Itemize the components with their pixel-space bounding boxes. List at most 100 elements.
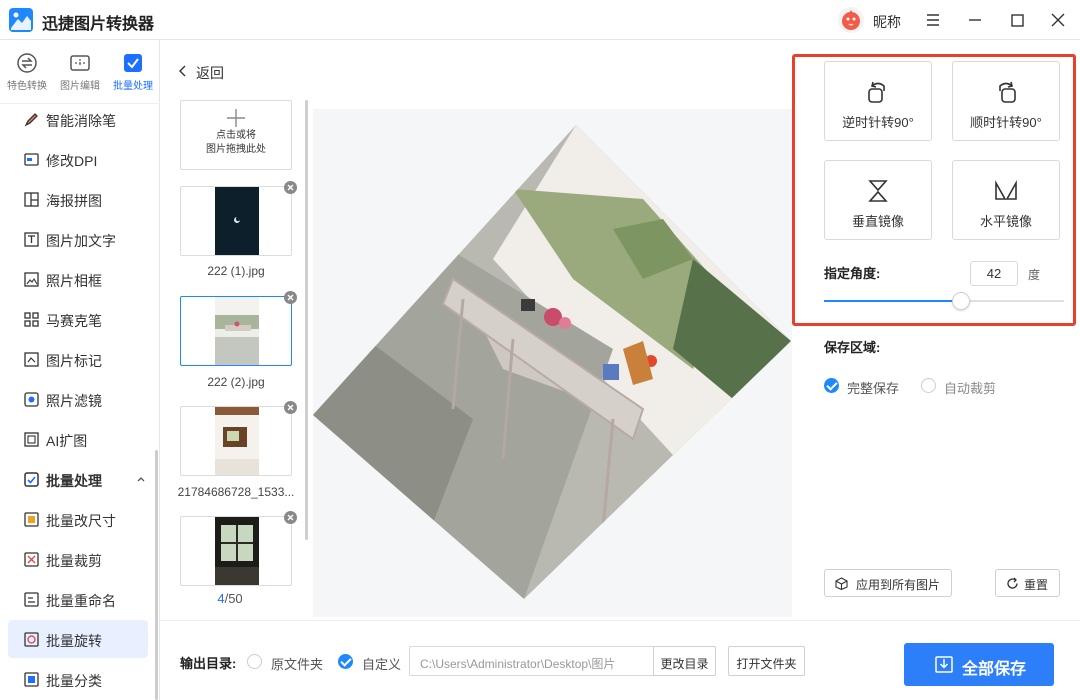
apply-all-button[interactable]: 应用到所有图片: [824, 569, 952, 597]
sidebar-item-mark[interactable]: 图片标记: [8, 340, 148, 378]
title-bar: 迅捷图片转换器 昵称: [0, 0, 1080, 40]
avatar[interactable]: [838, 7, 864, 33]
topnav-batch[interactable]: 批量处理: [107, 48, 159, 100]
reset-button[interactable]: 重置: [995, 569, 1060, 597]
sidebar-item-label: 批量分类: [46, 673, 102, 689]
auto-crop-label[interactable]: 自动裁剪: [944, 378, 996, 397]
original-folder-label[interactable]: 原文件夹: [271, 654, 323, 673]
maximize-icon[interactable]: [1005, 8, 1029, 32]
topnav-edit[interactable]: 图片编辑: [54, 48, 106, 100]
thumbnail-name: 222 (2).jpg: [207, 375, 265, 389]
refresh-icon: [1006, 577, 1019, 590]
sidebar-item-eraser[interactable]: 智能消除笔: [8, 100, 148, 138]
add-tile-text: 图片拖拽此处: [206, 144, 266, 155]
sidebar-item-batch-resize[interactable]: 批量改尺寸: [8, 500, 148, 538]
batch-icon: [122, 52, 144, 74]
app-title: 迅捷图片转换器: [42, 16, 155, 33]
counter-total: /50: [224, 591, 243, 606]
thumbnail-name: 21784686728_1533...: [177, 485, 295, 499]
flip-horizontal-button[interactable]: 水平镜像: [952, 160, 1060, 240]
resize-icon: [24, 512, 39, 527]
sidebar-item-label: 智能消除笔: [46, 113, 116, 129]
cube-icon: [835, 577, 848, 591]
save-all-button[interactable]: 全部保存: [904, 643, 1054, 686]
angle-unit: 度: [1028, 268, 1041, 282]
thumbnail[interactable]: [180, 291, 297, 366]
mosaic-icon: [24, 312, 39, 327]
remove-thumbnail-icon[interactable]: [284, 291, 297, 304]
rotate-ccw-label: 逆时针转90°: [842, 115, 914, 130]
thumbnail[interactable]: [180, 511, 297, 586]
text-icon: [24, 232, 39, 247]
remove-thumbnail-icon[interactable]: [284, 511, 297, 524]
remove-thumbnail-icon[interactable]: [284, 401, 297, 414]
chevron-up-icon[interactable]: [136, 472, 146, 482]
mark-icon: [24, 352, 39, 367]
flip-vertical-icon: [864, 177, 892, 205]
sidebar-item-label: 批量旋转: [46, 633, 102, 649]
sidebar-item-ai-expand[interactable]: AI扩图: [8, 420, 148, 458]
custom-folder-label[interactable]: 自定义: [362, 654, 401, 673]
app-window: 迅捷图片转换器 昵称 特色转换 图片编辑 批量处理 智能消除笔 修改DPI 海报…: [0, 0, 1080, 700]
sidebar-section-batch[interactable]: 批量处理: [8, 460, 148, 498]
sidebar-item-label: 图片标记: [46, 353, 102, 369]
reset-label: 重置: [1024, 578, 1049, 592]
nickname[interactable]: 昵称: [873, 12, 901, 32]
sidebar-item-label: 修改DPI: [46, 153, 98, 169]
rotate-cw-button[interactable]: 顺时针转90°: [952, 61, 1060, 141]
thumbnail-image: [215, 297, 259, 365]
auto-crop-radio[interactable]: [921, 378, 936, 393]
angle-input[interactable]: [970, 261, 1018, 286]
sidebar-item-label: 照片相框: [46, 273, 102, 289]
sidebar-scrollbar[interactable]: [155, 450, 158, 700]
sidebar-item-text[interactable]: 图片加文字: [8, 220, 148, 258]
sidebar-item-filter[interactable]: 照片滤镜: [8, 380, 148, 418]
sidebar-item-label: AI扩图: [46, 433, 88, 449]
sidebar-item-label: 海报拼图: [46, 193, 102, 209]
sidebar-item-dpi[interactable]: 修改DPI: [8, 140, 148, 178]
thumbnail[interactable]: [180, 181, 297, 256]
thumbnail-scrollbar[interactable]: [305, 100, 308, 540]
change-dir-button[interactable]: 更改目录: [653, 646, 716, 676]
rotate-ccw-button[interactable]: 逆时针转90°: [824, 61, 932, 141]
add-image-tile[interactable]: 点击或将 图片拖拽此处: [180, 100, 292, 170]
sidebar-item-frame[interactable]: 照片相框: [8, 260, 148, 298]
flip-vertical-button[interactable]: 垂直镜像: [824, 160, 932, 240]
angle-slider-fill: [824, 300, 961, 302]
sidebar-item-collage[interactable]: 海报拼图: [8, 180, 148, 218]
output-path-input[interactable]: C:\Users\Administrator\Desktop\图片: [409, 646, 655, 676]
save-full-label[interactable]: 完整保存: [847, 378, 899, 397]
topnav-convert[interactable]: 特色转换: [1, 48, 53, 100]
sidebar: 特色转换 图片编辑 批量处理 智能消除笔 修改DPI 海报拼图 图片加文字 照片…: [0, 40, 160, 700]
topnav-label: 图片编辑: [60, 81, 100, 92]
original-folder-radio[interactable]: [247, 654, 262, 669]
crop-icon: [24, 552, 39, 567]
sidebar-item-batch-crop[interactable]: 批量裁剪: [8, 540, 148, 578]
open-folder-button[interactable]: 打开文件夹: [728, 646, 805, 676]
sidebar-item-label: 图片加文字: [46, 233, 116, 249]
minimize-icon[interactable]: [963, 8, 987, 32]
sidebar-item-batch-rename[interactable]: 批量重命名: [8, 580, 148, 618]
angle-slider-handle[interactable]: [951, 292, 970, 310]
back-button[interactable]: 返回: [178, 61, 238, 83]
sidebar-item-batch-classify[interactable]: 批量分类: [8, 660, 148, 698]
angle-label: 指定角度:: [824, 266, 881, 281]
menu-icon[interactable]: [921, 8, 945, 32]
rotate-cw-icon: [992, 78, 1020, 106]
angle-slider-track[interactable]: [824, 300, 1064, 302]
save-full-radio[interactable]: [824, 378, 839, 393]
sidebar-item-label: 批量改尺寸: [46, 513, 116, 529]
back-label: 返回: [196, 65, 224, 81]
sidebar-item-batch-rotate[interactable]: 批量旋转: [8, 620, 148, 658]
custom-folder-radio[interactable]: [338, 654, 353, 669]
thumbnail[interactable]: [180, 401, 297, 476]
remove-thumbnail-icon[interactable]: [284, 181, 297, 194]
close-icon[interactable]: [1046, 8, 1070, 32]
rotate-cw-label: 顺时针转90°: [970, 115, 1042, 130]
chevron-left-icon: [178, 65, 188, 77]
flip-horizontal-icon: [992, 177, 1020, 205]
thumbnail-image: [215, 517, 259, 585]
top-nav: 特色转换 图片编辑 批量处理: [0, 40, 160, 104]
flip-vertical-label: 垂直镜像: [851, 214, 904, 229]
sidebar-item-mosaic[interactable]: 马赛克笔: [8, 300, 148, 338]
